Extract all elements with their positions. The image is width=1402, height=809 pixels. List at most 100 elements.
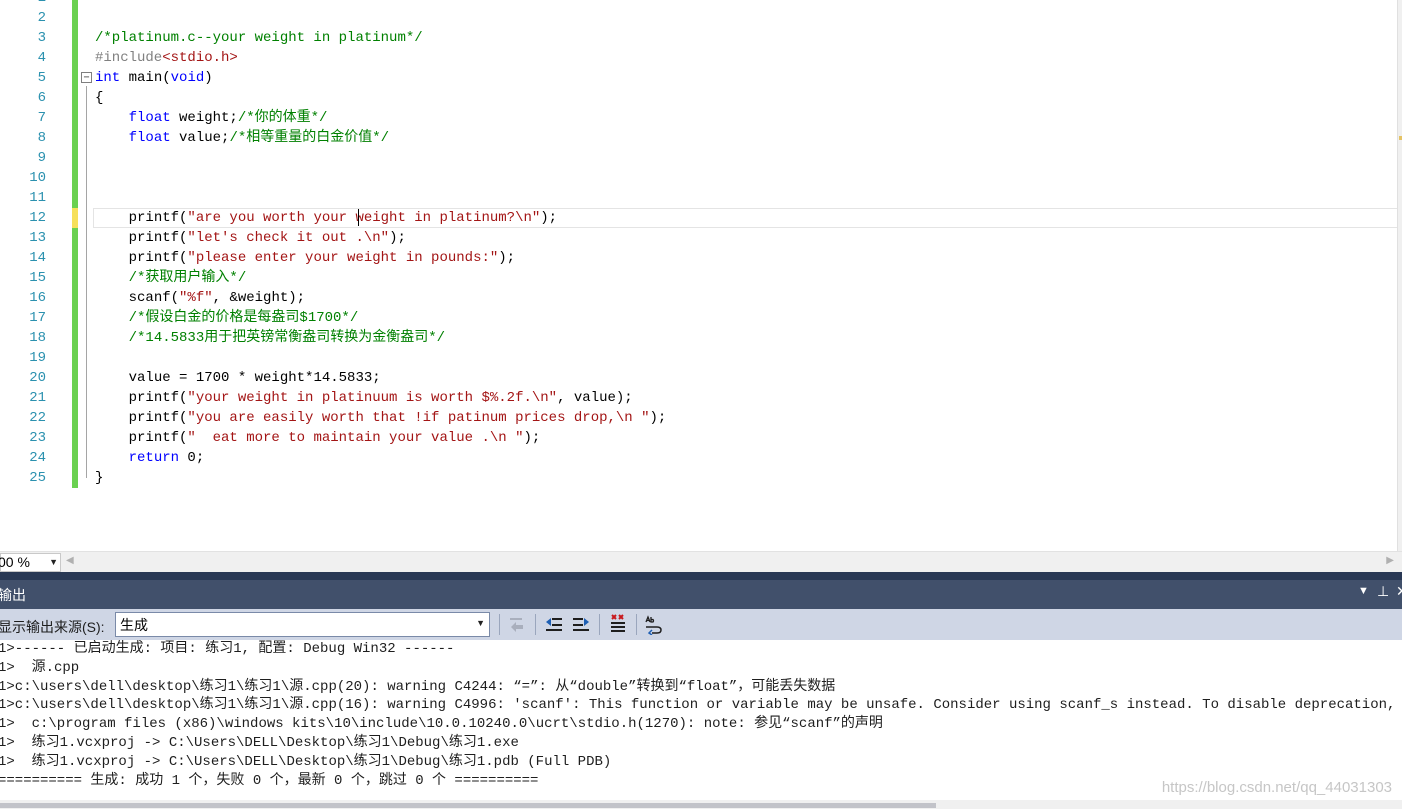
editor-vertical-scrollbar[interactable] — [1397, 0, 1402, 551]
clear-all-button[interactable] — [607, 613, 629, 635]
change-tracking-bar — [72, 0, 78, 488]
code-text-run: ); — [523, 430, 541, 446]
toggle-word-wrap-button[interactable] — [643, 613, 665, 635]
function-call: printf( — [128, 230, 188, 246]
code-line-20: value = 1700 * weight*14.5833; — [95, 368, 666, 388]
string-literal: "%f" — [179, 290, 213, 306]
toolbar-separator — [499, 614, 500, 635]
line-number: 8 — [37, 130, 46, 146]
output-line: 1> c:\program files (x86)\windows kits\1… — [0, 716, 883, 733]
line-number: 13 — [29, 230, 46, 246]
code-line-15: /*获取用户输入*/ — [95, 268, 666, 288]
code-line-22: printf("you are easily worth that !if pa… — [95, 408, 667, 428]
output-line: 1> 练习1.vcxproj -> C:\Users\DELL\Desktop\… — [0, 753, 612, 770]
editor-status-strip: 00 % ▼ ◀ ▶ — [0, 551, 1402, 573]
code-text-run: value = 1700 * weight*14.5833; — [128, 370, 381, 386]
line-number: 6 — [37, 90, 46, 106]
code-line-23: printf(" eat more to maintain your value… — [95, 428, 666, 448]
preprocessor-directive: #include — [95, 50, 163, 66]
output-source-label: 显示输出来源(S): — [0, 619, 105, 635]
code-line-8: float value;/*相等重量的白金价值*/ — [95, 128, 666, 148]
code-line-4: #include<stdio.h> — [95, 48, 666, 68]
string-literal: "your weight in platinuum is worth $%.2f… — [187, 390, 558, 406]
output-panel-titlebar: 输出 ▼ ⊥ ✕ — [0, 580, 1402, 609]
code-editor[interactable]: 1 2 3 4 5 6 7 8 9 10 11 12 13 14 15 16 1… — [0, 0, 1402, 551]
scrollbar-thumb[interactable] — [0, 803, 936, 808]
output-source-select[interactable]: 生成 ▼ — [115, 612, 490, 637]
code-text-run: 0; — [179, 450, 205, 466]
close-icon[interactable]: ✕ — [1396, 583, 1402, 600]
line-number: 9 — [37, 150, 46, 166]
line-number: 12 — [29, 210, 46, 226]
code-text[interactable]: /*platinum.c--your weight in platinum*/ … — [95, 0, 666, 488]
string-literal: " eat more to maintain your value .\n " — [187, 430, 524, 446]
code-line-7: float weight;/*你的体重*/ — [95, 108, 666, 128]
line-number: 7 — [37, 110, 46, 126]
code-text-run: , &weight); — [212, 290, 306, 306]
line-number: 21 — [29, 390, 46, 406]
zoom-level-dropdown[interactable]: 00 % ▼ — [0, 553, 61, 572]
output-line: 1> 练习1.vcxproj -> C:\Users\DELL\Desktop\… — [0, 734, 519, 751]
line-number: 2 — [37, 10, 46, 26]
code-text-run: ) — [204, 70, 213, 86]
line-number: 14 — [29, 250, 46, 266]
scroll-left-icon[interactable]: ◀ — [66, 555, 74, 566]
code-line-12: printf("are you worth your weight in pla… — [95, 208, 666, 228]
string-literal: "you are easily worth that !if patinum p… — [187, 410, 650, 426]
text-caret — [358, 209, 359, 226]
collapse-toggle-icon[interactable]: − — [81, 72, 92, 83]
line-number: 19 — [29, 350, 46, 366]
keyword: return — [128, 450, 180, 466]
code-text-run: weight; — [170, 110, 238, 126]
line-number: 5 — [37, 70, 46, 86]
pin-icon[interactable]: ⊥ — [1377, 583, 1389, 600]
line-number: 3 — [37, 30, 46, 46]
output-text-area[interactable]: 1>------ 已启动生成: 项目: 练习1, 配置: Debug Win32… — [0, 640, 1402, 800]
line-number-gutter: 1 2 3 4 5 6 7 8 9 10 11 12 13 14 15 16 1… — [0, 0, 52, 488]
code-line-16: scanf("%f", &weight); — [95, 288, 666, 308]
keyword: float — [128, 130, 171, 146]
code-line-25: } — [95, 468, 666, 488]
output-panel-title: 输出 — [0, 587, 26, 603]
output-horizontal-scrollbar[interactable] — [0, 800, 1402, 809]
outline-guide — [86, 86, 87, 478]
comment: /*获取用户输入*/ — [128, 270, 247, 286]
output-toolbar: 显示输出来源(S): 生成 ▼ — [0, 609, 1402, 640]
code-line-21: printf("your weight in platinuum is wort… — [95, 388, 666, 408]
string-literal: "are you worth your weight in platinum?\… — [187, 210, 541, 226]
output-line: 1>------ 已启动生成: 项目: 练习1, 配置: Debug Win32… — [0, 641, 455, 657]
code-text-run: value; — [170, 130, 230, 146]
comment: /*相等重量的白金价值*/ — [229, 130, 390, 146]
line-number: 17 — [29, 310, 46, 326]
line-number: 15 — [29, 270, 46, 286]
code-text-run: main( — [120, 70, 171, 86]
code-text-run: ); — [649, 410, 667, 426]
function-call: printf( — [128, 410, 188, 426]
scroll-right-icon[interactable]: ▶ — [1386, 555, 1394, 566]
output-line: 1> 源.cpp — [0, 659, 80, 676]
line-number: 22 — [29, 410, 46, 426]
next-message-button[interactable] — [570, 613, 592, 635]
code-line-17: /*假设白金的价格是每盎司$1700*/ — [95, 308, 666, 328]
find-message-in-code-button[interactable] — [506, 613, 528, 635]
window-position-dropdown-icon[interactable]: ▼ — [1358, 585, 1369, 597]
string-literal: "let's check it out .\n" — [187, 230, 390, 246]
watermark: https://blog.csdn.net/qq_44031303 — [1161, 779, 1392, 796]
next-message-icon — [573, 618, 589, 631]
previous-message-button[interactable] — [543, 613, 565, 635]
chevron-down-icon: ▼ — [476, 618, 485, 628]
previous-message-icon — [546, 618, 562, 631]
unsaved-change-marker — [72, 208, 78, 228]
code-text-run: ); — [389, 230, 406, 246]
go-to-source-icon — [510, 618, 523, 632]
function-call: printf( — [128, 390, 188, 406]
line-number: 4 — [37, 50, 46, 66]
code-line-6: { — [95, 88, 666, 108]
line-number: 18 — [29, 330, 46, 346]
chevron-down-icon: ▼ — [49, 557, 58, 567]
panel-splitter[interactable] — [0, 572, 1402, 580]
